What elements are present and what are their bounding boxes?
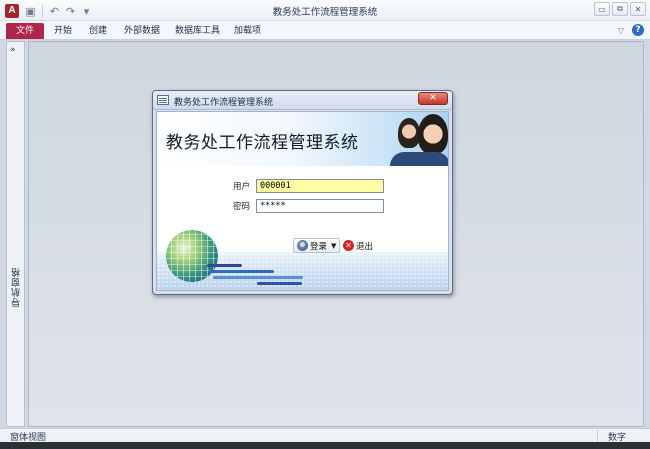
taskbar-strip bbox=[0, 442, 650, 449]
tab-database-tools[interactable]: 数据库工具 bbox=[171, 23, 224, 39]
password-label: 密码 bbox=[232, 202, 250, 212]
tab-external-data[interactable]: 外部数据 bbox=[120, 23, 164, 39]
decor-stripe bbox=[213, 276, 303, 279]
banner: 教务处工作流程管理系统 bbox=[157, 112, 448, 166]
dialog-title: 教务处工作流程管理系统 bbox=[174, 98, 274, 108]
exit-button[interactable]: ✕ 退出 bbox=[340, 238, 376, 253]
status-bar: 窗体视图 数字 bbox=[0, 428, 650, 443]
user-row: 用户 000001 bbox=[228, 179, 384, 193]
password-input[interactable]: ***** bbox=[256, 199, 384, 213]
expand-nav-icon[interactable]: » bbox=[10, 45, 21, 55]
window-title: 教务处工作流程管理系统 bbox=[272, 7, 378, 18]
close-window-button[interactable]: ✕ bbox=[630, 2, 646, 16]
login-label: 登录 bbox=[310, 241, 328, 252]
exit-icon: ✕ bbox=[343, 240, 354, 251]
login-dialog: 教务处工作流程管理系统 ✕ 教务处工作流程管理系统 用户 000001 密码 *… bbox=[152, 90, 453, 295]
dialog-body: 教务处工作流程管理系统 用户 000001 密码 ***** 登录 ▼ ✕ 退出 bbox=[156, 111, 449, 291]
decor-stripe bbox=[209, 270, 274, 273]
status-separator bbox=[597, 430, 598, 442]
ribbon-right-controls: ▽ ? bbox=[618, 24, 644, 36]
password-row: 密码 ***** bbox=[228, 199, 384, 213]
dialog-title-bar[interactable]: 教务处工作流程管理系统 ✕ bbox=[153, 91, 452, 110]
agent-figure bbox=[418, 114, 448, 154]
form-icon bbox=[157, 95, 169, 105]
dropdown-arrow-icon: ▼ bbox=[331, 241, 337, 250]
support-agents-image bbox=[384, 112, 448, 166]
agent-shoulders bbox=[390, 152, 448, 166]
globe-image bbox=[166, 230, 218, 282]
exit-label: 退出 bbox=[356, 241, 374, 252]
user-label: 用户 bbox=[232, 182, 250, 192]
minimize-ribbon-icon[interactable]: ▽ bbox=[618, 26, 624, 35]
dialog-close-button[interactable]: ✕ bbox=[418, 92, 448, 105]
restore-button[interactable]: ⧉ bbox=[612, 2, 628, 16]
title-bar: A ▣ ↶ ↷ ▾ 教务处工作流程管理系统 ▭ ⧉ ✕ bbox=[0, 0, 650, 21]
navigation-pane: » 导航窗格 bbox=[6, 41, 25, 427]
window-controls: ▭ ⧉ ✕ bbox=[594, 2, 646, 16]
decor-stripe bbox=[257, 282, 302, 285]
tab-add-ins[interactable]: 加载项 bbox=[230, 23, 265, 39]
agent-figure bbox=[398, 118, 420, 148]
tab-create[interactable]: 创建 bbox=[85, 23, 111, 39]
ribbon-tab-bar: 文件 开始 创建 外部数据 数据库工具 加载项 ▽ ? bbox=[0, 21, 650, 40]
banner-title: 教务处工作流程管理系统 bbox=[166, 133, 359, 153]
tab-home[interactable]: 开始 bbox=[50, 23, 76, 39]
user-input[interactable]: 000001 bbox=[256, 179, 384, 193]
help-icon[interactable]: ? bbox=[632, 24, 644, 36]
nav-pane-label[interactable]: 导航窗格 bbox=[10, 267, 22, 307]
minimize-button[interactable]: ▭ bbox=[594, 2, 610, 16]
user-login-icon bbox=[297, 240, 308, 251]
decor-stripe bbox=[207, 264, 242, 267]
login-button[interactable]: 登录 ▼ bbox=[293, 238, 341, 253]
tab-file[interactable]: 文件 bbox=[6, 23, 44, 39]
